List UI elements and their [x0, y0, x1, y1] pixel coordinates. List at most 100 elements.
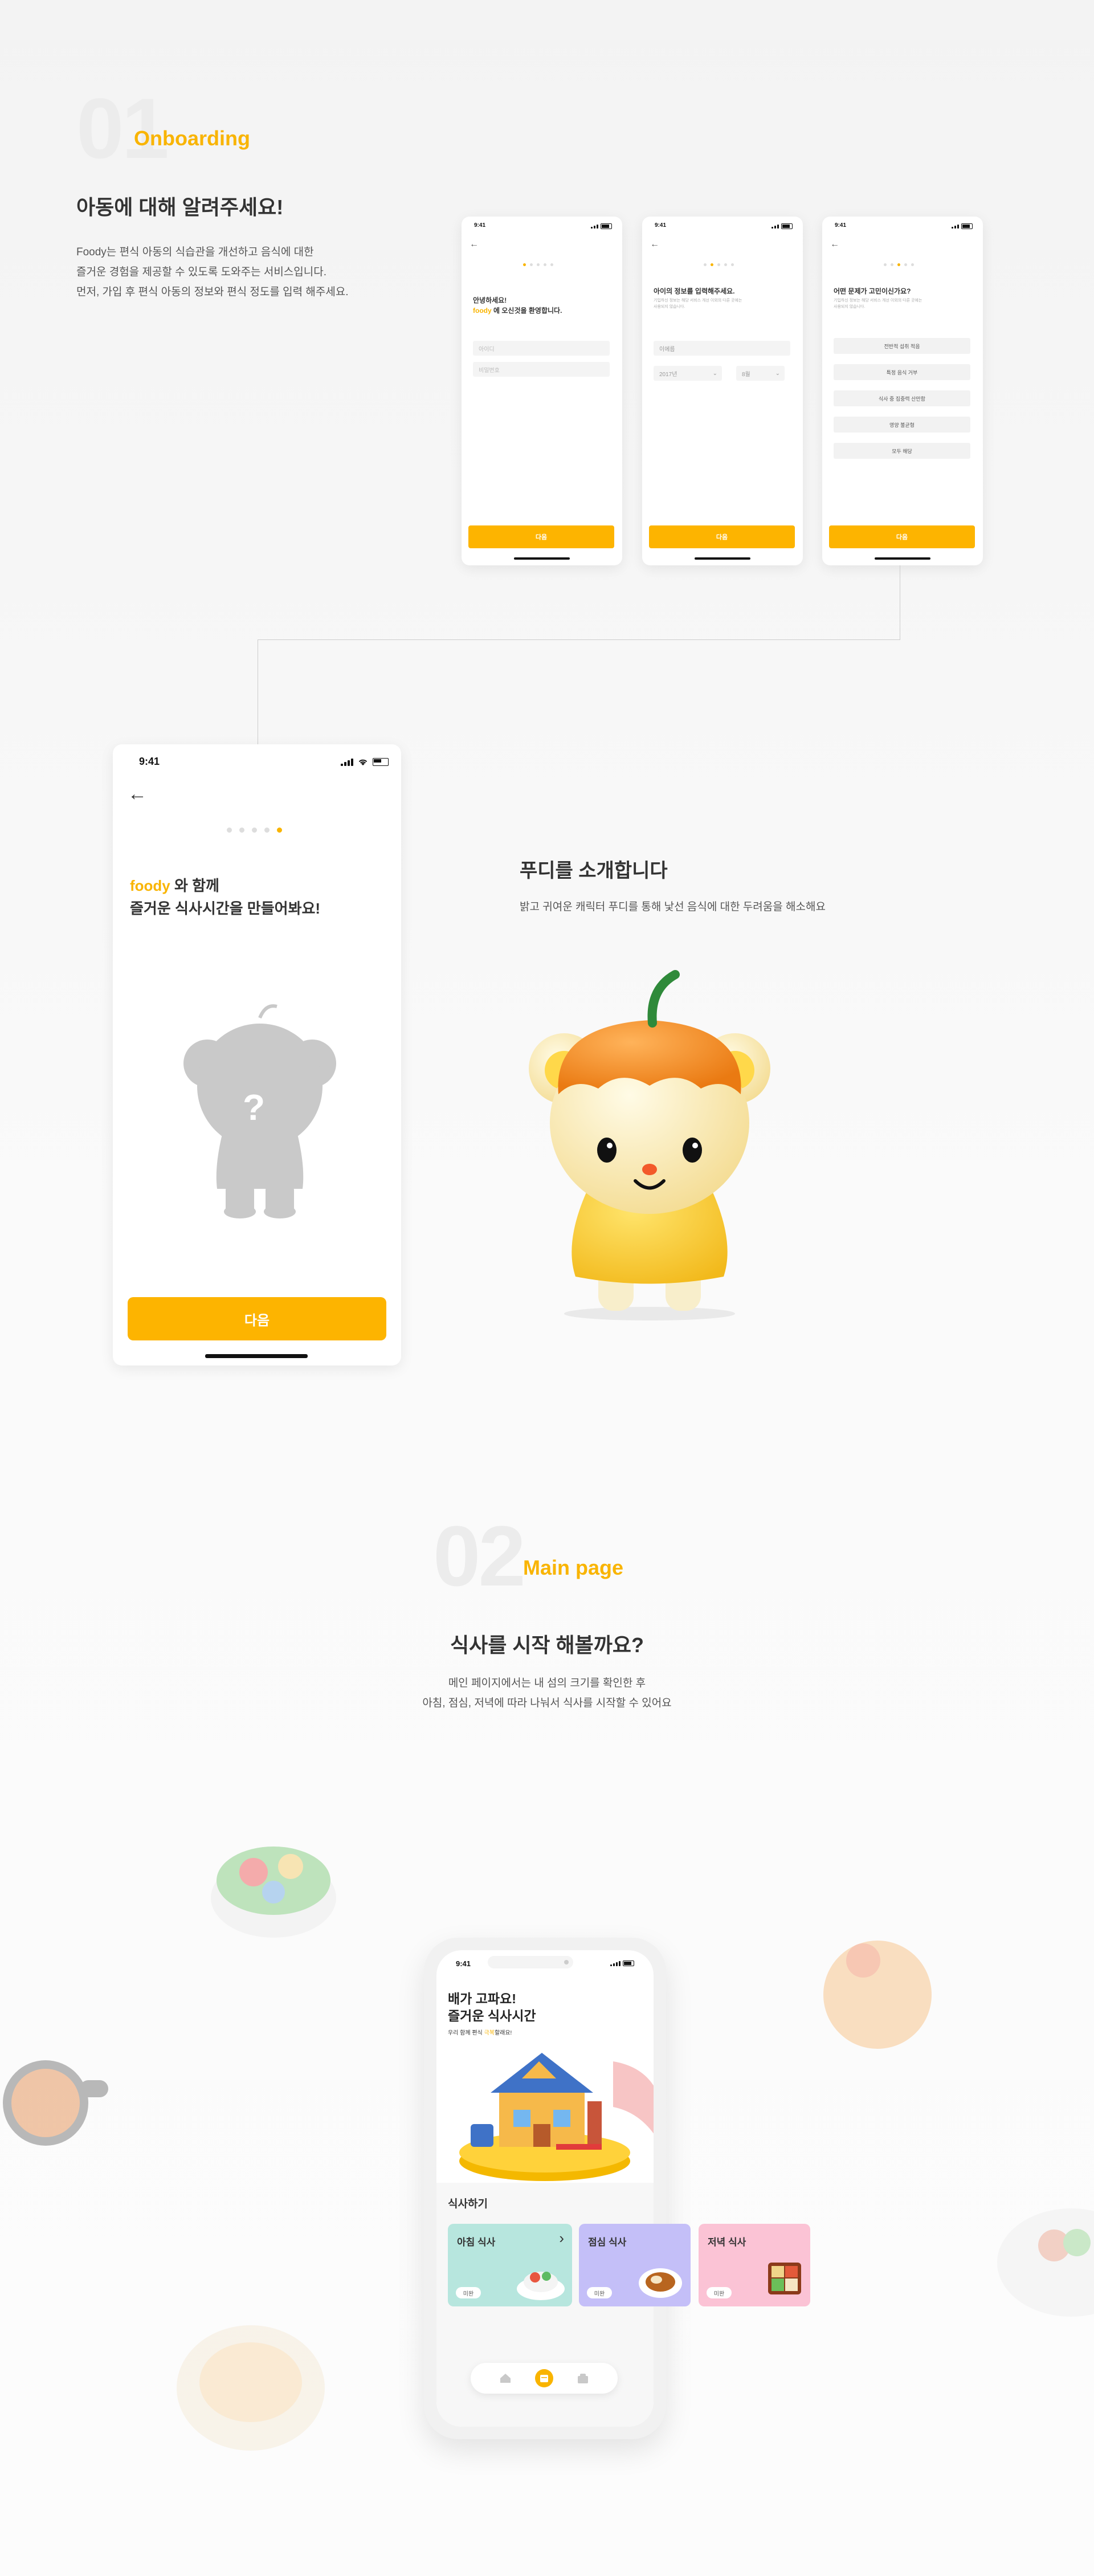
store-icon[interactable]	[577, 2373, 589, 2384]
choice-all[interactable]: 모두 해당	[834, 443, 970, 459]
progress-dots	[523, 263, 553, 266]
soup-bowl-icon	[997, 2208, 1094, 2317]
progress-dot	[530, 263, 533, 266]
meal-card-lunch[interactable]: 점심 식사 미완	[579, 2224, 691, 2306]
subtitle-line: 사용되지 않습니다.	[654, 305, 685, 309]
section-number: 02	[433, 1508, 526, 1604]
choice-food-refusal[interactable]: 특정 음식 거부	[834, 364, 970, 380]
back-arrow-icon[interactable]: ←	[128, 784, 147, 804]
section-description: Foody는 편식 아동의 식습관을 개선하고 음식에 대한 즐거운 경험을 제…	[76, 242, 349, 302]
signal-icon	[341, 758, 353, 766]
status-time: 9:41	[655, 222, 667, 229]
progress-dot	[911, 263, 914, 266]
back-arrow-icon[interactable]: ←	[830, 239, 839, 250]
next-button[interactable]: 다음	[649, 525, 795, 548]
main-screen: 9:41 배가 고파요! 즐거운 식사시간 우리 함께 편식 극복할래요! 식사…	[436, 1950, 654, 2427]
birth-year-select[interactable]: 2017년 ⌄	[654, 366, 722, 381]
screen-title: 어떤 문제가 고민이신가요?	[834, 287, 911, 295]
meal-tab-icon[interactable]	[535, 2369, 553, 2387]
connector-line	[258, 639, 900, 640]
intro-line2: 즐거운 식사시간을 만들어봐요!	[130, 900, 321, 917]
choice-nutrition-imbalance[interactable]: 영양 불균형	[834, 417, 970, 433]
intro-line1: 와 함께	[170, 877, 219, 894]
subtitle-line: 사용되지 않습니다.	[834, 305, 866, 309]
subtext-part: 할래요!	[494, 2030, 512, 2036]
screen-subtitle: 기입하신 정보는 해당 서비스 개선 이외의 다른 곳에는 사용되지 않습니다.	[654, 297, 742, 310]
progress-dot	[544, 263, 546, 266]
desc-line: 먼저, 가입 후 편식 아동의 정보와 편식 정도를 입력 해주세요.	[76, 286, 349, 298]
section-heading: 식사를 시작 해볼까요?	[450, 1633, 644, 1657]
progress-dot	[724, 263, 727, 266]
progress-dot	[550, 263, 553, 266]
meal-name: 저녁 식사	[708, 2237, 746, 2248]
back-arrow-icon[interactable]: ←	[470, 239, 479, 250]
meal-card-dinner[interactable]: 저녁 식사 미완	[699, 2224, 810, 2306]
battery-icon	[781, 223, 793, 229]
meal-section-title: 식사하기	[448, 2198, 488, 2210]
bottom-nav	[471, 2363, 618, 2394]
desc-line: 즐거운 경험을 제공할 수 있도록 도와주는 서비스입니다.	[76, 266, 326, 278]
intro-description: 밝고 귀여운 캐릭터 푸디를 통해 낯선 음식에 대한 두려움을 해소해요	[520, 901, 826, 913]
status-time: 9:41	[139, 756, 160, 767]
foody-character	[529, 970, 770, 1320]
headline-line: 즐거운 식사시간	[448, 2008, 536, 2023]
next-button[interactable]: 다음	[468, 525, 614, 548]
next-button[interactable]: 다음	[128, 1297, 386, 1340]
desc-line: 메인 페이지에서는 내 섬의 크기를 확인한 후	[448, 1677, 646, 1689]
section-title: Onboarding	[134, 127, 250, 150]
progress-dot	[897, 263, 900, 266]
chevron-right-icon: ›	[559, 2229, 564, 2247]
camera-icon	[564, 1960, 569, 1964]
brand-name: foody	[130, 877, 170, 894]
battery-icon	[373, 758, 389, 766]
birth-year-value: 2017년	[659, 371, 677, 378]
status-time: 9:41	[835, 222, 847, 229]
status-badge: 미완	[587, 2287, 612, 2298]
password-field[interactable]: 비밀번호	[473, 362, 610, 377]
subtitle-line: 기입하신 정보는 해당 서비스 개선 이외의 다른 곳에는	[834, 299, 922, 303]
island-house-illustration	[459, 2053, 654, 2181]
pan-dish-icon	[3, 2060, 108, 2146]
back-arrow-icon[interactable]: ←	[650, 239, 659, 250]
status-badge: 미완	[456, 2287, 481, 2298]
intro-message: foody 와 함께 즐거운 식사시간을 만들어봐요!	[130, 874, 320, 920]
child-name-field[interactable]: 이에름	[654, 341, 790, 356]
home-indicator	[875, 557, 930, 560]
meal-name: 점심 식사	[588, 2237, 627, 2248]
progress-dot	[264, 828, 270, 833]
welcome-message: 에 오신것을 환영합니다.	[491, 307, 562, 315]
section-heading: 아동에 대해 알려주세요!	[76, 195, 284, 219]
question-mark: ?	[243, 1087, 266, 1128]
chevron-down-icon: ⌄	[775, 370, 780, 377]
headline-line: 배가 고파요!	[448, 1991, 516, 2006]
choice-low-intake[interactable]: 전반적 섭취 적음	[834, 338, 970, 354]
id-field[interactable]: 아이디	[473, 341, 610, 356]
status-icons	[610, 1960, 634, 1966]
choice-distraction[interactable]: 식사 중 집중력 산만함	[834, 390, 970, 406]
home-icon[interactable]	[499, 2373, 512, 2384]
home-indicator	[695, 557, 750, 560]
rice-bowl-icon	[517, 2272, 565, 2300]
next-button[interactable]: 다음	[829, 525, 975, 548]
progress-dot	[731, 263, 734, 266]
birth-month-select[interactable]: 8월 ⌄	[736, 366, 785, 381]
signal-icon	[771, 224, 779, 229]
salad-bowl-icon	[211, 1847, 336, 1938]
status-icons	[952, 223, 973, 229]
progress-dot	[704, 263, 707, 266]
battery-icon	[601, 223, 612, 229]
progress-dot	[904, 263, 907, 266]
lunchbox-icon	[768, 2263, 801, 2294]
welcome-text: 안녕하세요! foody 에 오신것을 환영합니다.	[473, 295, 562, 316]
signal-icon	[591, 224, 598, 229]
calendar-icon	[540, 2375, 548, 2382]
meal-card-breakfast[interactable]: 아침 식사 › 미완	[448, 2224, 572, 2306]
progress-dot	[884, 263, 887, 266]
battery-icon	[623, 1960, 634, 1966]
status-icons	[771, 223, 793, 229]
subtext-part: 우리 함께 편식	[448, 2030, 484, 2036]
progress-dots	[227, 828, 282, 833]
onboarding-screen-welcome: 9:41 ← 안녕하세요! foody 에 오신것을 환영합니다. 아이디 비밀…	[462, 217, 622, 565]
home-indicator	[205, 1354, 308, 1358]
main-headline: 배가 고파요! 즐거운 식사시간	[448, 1990, 536, 2024]
